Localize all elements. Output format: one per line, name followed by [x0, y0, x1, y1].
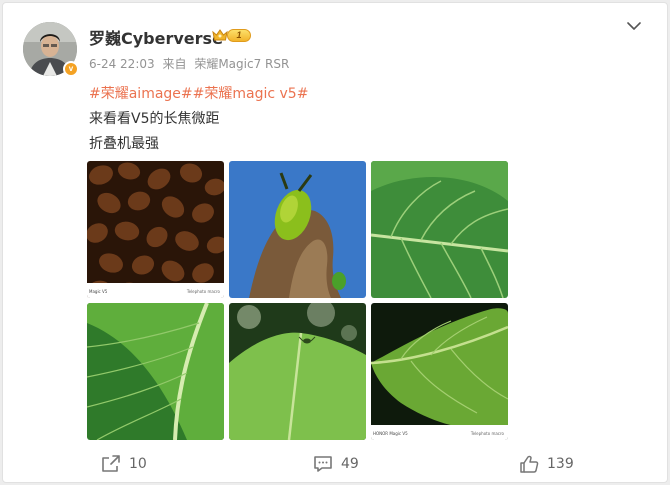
comment-button[interactable]: 49: [313, 453, 359, 475]
topic-tag[interactable]: #荣耀aimage#: [89, 86, 193, 102]
repost-count: 10: [129, 456, 147, 472]
post-text-line: 折叠机最强: [89, 136, 159, 152]
leaf-photo: [371, 161, 508, 298]
post-text-line: 来看看V5的长焦微距: [89, 111, 220, 127]
post-timestamp[interactable]: 6-24 22:03: [89, 57, 155, 71]
post-image-leaf-midrib[interactable]: [87, 303, 224, 440]
topic-tags: #荣耀aimage##荣耀magic v5#: [89, 83, 308, 103]
topic-tag[interactable]: #荣耀magic v5#: [193, 86, 309, 102]
crown-icon: [212, 29, 228, 41]
verified-badge: v: [63, 61, 79, 77]
comment-count: 49: [341, 456, 359, 472]
like-button[interactable]: 139: [519, 453, 574, 475]
author-name[interactable]: 罗巍Cyberverse: [89, 25, 223, 49]
image-watermark: Telephoto macro: [186, 289, 220, 294]
leaf-bug-photo: [229, 303, 366, 440]
repost-button[interactable]: 10: [101, 453, 147, 475]
comment-icon: [314, 456, 332, 472]
level-badge: 1: [227, 29, 251, 42]
image-watermark: Telephoto macro: [470, 431, 504, 436]
post-image-leaf-dark[interactable]: HONOR Magic V5 Telephoto macro: [371, 303, 508, 440]
coffee-beans-photo: [87, 161, 224, 298]
share-icon: [102, 455, 120, 472]
like-count: 139: [547, 456, 574, 472]
post-meta: 6-24 22:03 来自 荣耀Magic7 RSR: [89, 55, 293, 72]
post-image-coffee-beans[interactable]: Magic V5 Telephoto macro: [87, 161, 224, 298]
post-image-leaf-bug[interactable]: [229, 303, 366, 440]
image-watermark: Magic V5: [89, 289, 108, 294]
weibo-post-card: v 罗巍Cyberverse 1 6-24 22:03 来自 荣耀Magic7 …: [2, 2, 668, 483]
image-watermark: HONOR Magic V5: [373, 431, 408, 436]
chevron-down-icon[interactable]: [626, 19, 642, 33]
post-image-leaf[interactable]: [371, 161, 508, 298]
leaf-dark-photo: [371, 303, 508, 440]
thumbs-up-icon: [520, 455, 539, 473]
source-device: 荣耀Magic7 RSR: [194, 57, 290, 71]
leaf-midrib-photo: [87, 303, 224, 440]
source-prefix: 来自: [162, 57, 187, 71]
beetle-photo: [229, 161, 366, 298]
post-image-beetle[interactable]: [229, 161, 366, 298]
